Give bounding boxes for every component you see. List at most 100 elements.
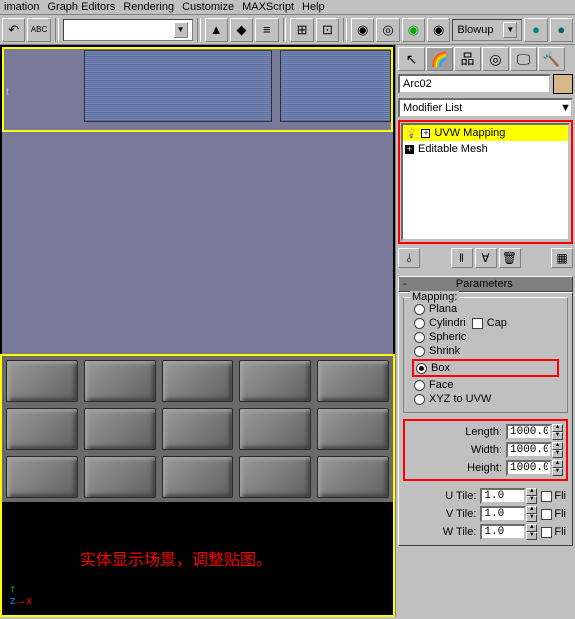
length-label: Length: xyxy=(462,426,502,438)
create-tab[interactable]: ↖ xyxy=(398,47,425,71)
spinner-up[interactable]: ▲ xyxy=(526,488,537,496)
w-flip-checkbox[interactable] xyxy=(541,527,552,538)
viewport-top[interactable]: t xyxy=(0,45,395,354)
annotation-text: 实体显示场景，调整贴图。 xyxy=(80,546,272,570)
menu-maxscript[interactable]: MAXScript xyxy=(242,1,294,13)
u-tile-row: U Tile: ▲▼ Fli xyxy=(403,487,568,505)
v-tile-label: V Tile: xyxy=(436,508,476,520)
flip-label: Fli xyxy=(554,526,566,538)
v-flip-checkbox[interactable] xyxy=(541,509,552,520)
width-label: Width: xyxy=(462,444,502,456)
parameters-rollout: Mapping: Plana CylindriCap Spheric Shrin… xyxy=(398,292,573,546)
mesh-object-2[interactable] xyxy=(280,50,391,122)
select-by-name-button[interactable]: ABC xyxy=(27,18,50,42)
snap-toggle[interactable]: ⊞ xyxy=(290,18,313,42)
length-input[interactable] xyxy=(506,424,552,440)
modifier-list-dropdown[interactable]: Modifier List▼ xyxy=(398,98,573,118)
modifier-uvw-mapping[interactable]: 💡 + UVW Mapping xyxy=(403,125,568,141)
u-flip-checkbox[interactable] xyxy=(541,491,552,502)
expand-icon[interactable]: + xyxy=(405,145,414,154)
u-tile-input[interactable] xyxy=(480,488,526,504)
remove-modifier-button[interactable]: 🗑 xyxy=(499,248,521,268)
main-toolbar: ↶ ABC ▼ ▲ ◆ ≡ ⊞ ⊡ ◉ ◎ ◉ ◉ Blowup▼ ● ● xyxy=(0,15,575,45)
spinner-down[interactable]: ▼ xyxy=(552,468,563,476)
mirror-button[interactable]: ▲ xyxy=(205,18,228,42)
configure-sets-button[interactable]: ▦ xyxy=(551,248,573,268)
teapot-icon[interactable]: ● xyxy=(524,18,547,42)
spinner-down[interactable]: ▼ xyxy=(526,532,537,540)
menu-rendering[interactable]: Rendering xyxy=(123,1,174,13)
array-button[interactable]: ≡ xyxy=(255,18,278,42)
lightbulb-icon[interactable]: 💡 xyxy=(405,128,417,139)
mapping-box[interactable]: Box xyxy=(414,361,557,375)
expand-icon[interactable]: + xyxy=(421,129,430,138)
material-editor-button[interactable]: ◉ xyxy=(351,18,374,42)
hierarchy-tab[interactable]: 品 xyxy=(454,47,481,71)
modifier-label: Editable Mesh xyxy=(418,143,488,155)
display-tab[interactable]: 🖵 xyxy=(510,47,537,71)
height-spinner-row: Height: ▲▼ xyxy=(406,459,565,477)
utilities-tab[interactable]: 🔨 xyxy=(538,47,565,71)
cap-checkbox[interactable] xyxy=(472,318,483,329)
undo-button[interactable]: ↶ xyxy=(2,18,25,42)
command-panel: ↖ 🌈 品 ◎ 🖵 🔨 Modifier List▼ 💡 + UVW Mappi… xyxy=(395,45,575,617)
v-tile-row: V Tile: ▲▼ Fli xyxy=(403,505,568,523)
object-name-field[interactable] xyxy=(398,74,551,94)
parameters-rollout-header[interactable]: -Parameters xyxy=(398,276,573,292)
mapping-shrink[interactable]: Shrink xyxy=(406,344,565,358)
stack-toolbar: ⫰ ‖ ∀ 🗑 ▦ xyxy=(398,248,573,268)
motion-tab[interactable]: ◎ xyxy=(482,47,509,71)
mapping-planar[interactable]: Plana xyxy=(406,302,565,316)
spinner-down[interactable]: ▼ xyxy=(552,450,563,458)
selection-filter-dropdown[interactable]: ▼ xyxy=(63,19,193,41)
brick-texture-preview xyxy=(2,356,393,502)
pin-stack-button[interactable]: ⫰ xyxy=(398,248,420,268)
modify-tab[interactable]: 🌈 xyxy=(426,47,453,71)
modifier-editable-mesh[interactable]: + Editable Mesh xyxy=(403,141,568,157)
v-tile-input[interactable] xyxy=(480,506,526,522)
w-tile-label: W Tile: xyxy=(436,526,476,538)
make-unique-button[interactable]: ∀ xyxy=(475,248,497,268)
dimensions-highlight: Length: ▲▼ Width: ▲▼ Height: ▲▼ xyxy=(403,419,568,481)
command-panel-tabs: ↖ 🌈 品 ◎ 🖵 🔨 xyxy=(398,47,573,71)
menu-animation[interactable]: imation xyxy=(4,1,39,13)
width-input[interactable] xyxy=(506,442,552,458)
menu-customize[interactable]: Customize xyxy=(182,1,234,13)
object-color-swatch[interactable] xyxy=(553,74,573,94)
modifier-label: UVW Mapping xyxy=(434,127,505,139)
teapot-alt-icon[interactable]: ● xyxy=(550,18,573,42)
viewport-area: t 实体显示场景，调整贴图。 ↑z→x xyxy=(0,45,395,617)
render-last-button[interactable]: ◉ xyxy=(427,18,450,42)
spinner-down[interactable]: ▼ xyxy=(552,432,563,440)
flip-label: Fli xyxy=(554,490,566,502)
menu-help[interactable]: Help xyxy=(302,1,325,13)
u-tile-label: U Tile: xyxy=(436,490,476,502)
modifier-stack[interactable]: 💡 + UVW Mapping + Editable Mesh xyxy=(401,123,570,241)
viewport-perspective[interactable]: 实体显示场景，调整贴图。 ↑z→x xyxy=(0,354,395,617)
quick-render-button[interactable]: ◉ xyxy=(402,18,425,42)
spinner-down[interactable]: ▼ xyxy=(526,496,537,504)
spinner-up[interactable]: ▲ xyxy=(552,460,563,468)
spinner-up[interactable]: ▲ xyxy=(552,424,563,432)
length-spinner-row: Length: ▲▼ xyxy=(406,423,565,441)
show-end-result-button[interactable]: ‖ xyxy=(451,248,473,268)
mapping-face[interactable]: Face xyxy=(406,378,565,392)
spinner-up[interactable]: ▲ xyxy=(526,506,537,514)
spinner-up[interactable]: ▲ xyxy=(526,524,537,532)
render-scene-button[interactable]: ◎ xyxy=(376,18,399,42)
axis-gizmo: ↑z→x xyxy=(10,583,32,607)
menu-graph-editors[interactable]: Graph Editors xyxy=(47,1,115,13)
height-input[interactable] xyxy=(506,460,552,476)
spinner-down[interactable]: ▼ xyxy=(526,514,537,522)
angle-snap-toggle[interactable]: ⊡ xyxy=(316,18,339,42)
mapping-cylindrical[interactable]: CylindriCap xyxy=(406,316,565,330)
mapping-xyz-to-uvw[interactable]: XYZ to UVW xyxy=(406,392,565,406)
render-type-dropdown[interactable]: Blowup▼ xyxy=(452,19,522,41)
align-button[interactable]: ◆ xyxy=(230,18,253,42)
w-tile-input[interactable] xyxy=(480,524,526,540)
mapping-spherical[interactable]: Spheric xyxy=(406,330,565,344)
w-tile-row: W Tile: ▲▼ Fli xyxy=(403,523,568,541)
mesh-object-1[interactable] xyxy=(84,50,272,122)
height-label: Height: xyxy=(462,462,502,474)
spinner-up[interactable]: ▲ xyxy=(552,442,563,450)
